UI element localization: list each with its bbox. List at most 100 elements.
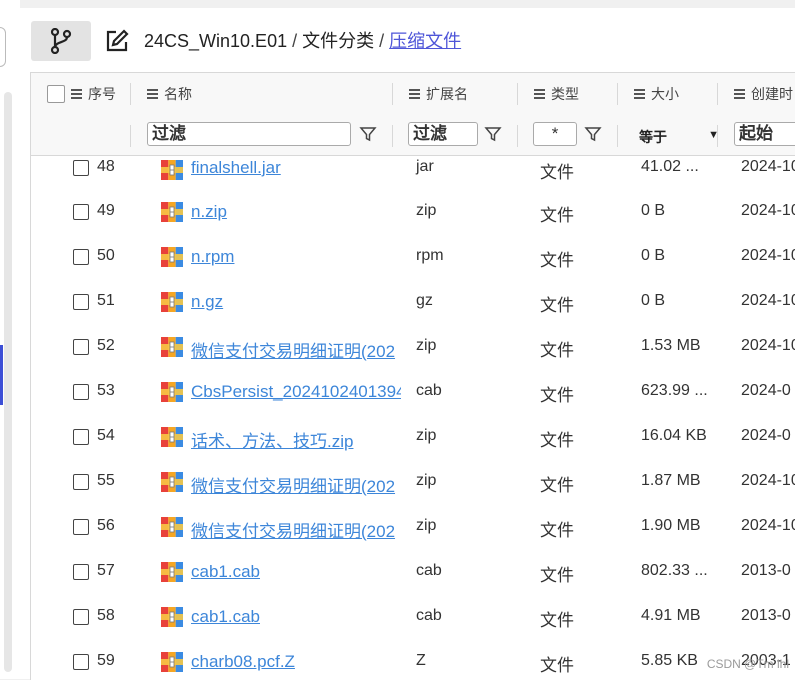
archive-file-icon — [161, 517, 183, 537]
row-checkbox[interactable] — [73, 474, 89, 490]
filter-row: 过滤 过滤 * 等于 ▼ 起始 — [31, 115, 795, 156]
row-file-name-link[interactable]: CbsPersist_2024102401394 — [191, 382, 401, 402]
archive-file-icon — [161, 292, 183, 312]
row-file-name-link[interactable]: charb08.pcf.Z — [191, 652, 401, 672]
row-ext: zip — [416, 427, 437, 444]
row-ext: gz — [416, 292, 433, 309]
toolbar: 24CS_Win10.E01/文件分类 / 压缩文件 — [20, 8, 795, 72]
row-file-name-link[interactable]: 微信支付交易明细证明(202 — [191, 517, 401, 542]
row-created: 2024-10 — [741, 202, 795, 219]
row-size: 1.90 MB — [641, 517, 701, 534]
row-seq: 50 — [97, 247, 115, 264]
row-type: 文件 — [540, 431, 574, 450]
breadcrumb: 24CS_Win10.E01/文件分类 / 压缩文件 — [144, 28, 461, 54]
row-checkbox[interactable] — [73, 609, 89, 625]
row-created: 2024-10 — [741, 292, 795, 309]
main-panel: 24CS_Win10.E01/文件分类 / 压缩文件 序号 名称 扩展名 类型 大小 — [20, 8, 795, 680]
table-row[interactable]: 56 微信支付交易明细证明(202 zip 文件 1.90 MB 2024-10 — [31, 505, 795, 551]
table-row[interactable]: 58 cab1.cab cab 文件 4.91 MB 2013-0 — [31, 595, 795, 641]
row-seq: 59 — [97, 652, 115, 669]
column-header-ext[interactable]: 扩展名 — [409, 73, 468, 115]
row-ext: zip — [416, 337, 437, 354]
row-ext: jar — [416, 158, 434, 175]
row-seq: 48 — [97, 158, 115, 175]
table-header: 序号 名称 扩展名 类型 大小 创建时 — [31, 73, 795, 116]
row-checkbox[interactable] — [73, 564, 89, 580]
filter-icon[interactable] — [359, 125, 377, 143]
row-file-name-link[interactable]: 微信支付交易明细证明(202 — [191, 472, 401, 497]
edit-icon[interactable] — [104, 28, 130, 54]
left-panel-strip — [0, 0, 20, 679]
row-file-name-link[interactable]: 微信支付交易明细证明(202 — [191, 337, 401, 362]
row-created: 2024-10 — [741, 472, 795, 489]
row-ext: zip — [416, 202, 437, 219]
column-menu-icon[interactable] — [147, 87, 158, 102]
table-row[interactable]: 57 cab1.cab cab 文件 802.33 ... 2013-0 — [31, 550, 795, 596]
table-row[interactable]: 54 话术、方法、技巧.zip zip 文件 16.04 KB 2024-0 — [31, 415, 795, 461]
column-header-type[interactable]: 类型 — [534, 73, 579, 115]
table-row[interactable]: 53 CbsPersist_2024102401394 cab 文件 623.9… — [31, 370, 795, 416]
column-menu-icon[interactable] — [71, 87, 82, 102]
row-file-name-link[interactable]: n.gz — [191, 292, 401, 312]
row-created: 2013-0 — [741, 607, 791, 624]
column-menu-icon[interactable] — [534, 87, 545, 102]
column-menu-icon[interactable] — [734, 87, 745, 102]
git-branch-icon — [50, 28, 72, 54]
filter-icon[interactable] — [584, 125, 602, 143]
branch-button[interactable] — [31, 21, 91, 61]
left-scrollbar[interactable] — [4, 92, 12, 672]
row-checkbox[interactable] — [73, 654, 89, 670]
archive-file-icon — [161, 652, 183, 672]
row-checkbox[interactable] — [73, 160, 89, 176]
column-menu-icon[interactable] — [634, 87, 645, 102]
row-ext: cab — [416, 607, 442, 624]
breadcrumb-current[interactable]: 压缩文件 — [389, 31, 461, 51]
row-checkbox[interactable] — [73, 384, 89, 400]
row-checkbox[interactable] — [73, 249, 89, 265]
size-operator-select[interactable]: 等于 ▼ — [639, 127, 719, 147]
table-row[interactable]: 50 n.rpm rpm 文件 0 B 2024-10 — [31, 235, 795, 281]
breadcrumb-separator: / — [292, 31, 298, 51]
row-checkbox[interactable] — [73, 339, 89, 355]
created-filter-input[interactable]: 起始 — [734, 122, 795, 146]
column-header-name[interactable]: 名称 — [147, 73, 192, 115]
row-checkbox[interactable] — [73, 519, 89, 535]
row-type: 文件 — [540, 296, 574, 315]
breadcrumb-root[interactable]: 24CS_Win10.E01 — [144, 31, 287, 51]
row-file-name-link[interactable]: 话术、方法、技巧.zip — [191, 427, 401, 452]
name-filter-input[interactable]: 过滤 — [147, 122, 351, 146]
table-row[interactable]: 52 微信支付交易明细证明(202 zip 文件 1.53 MB 2024-10 — [31, 325, 795, 371]
row-file-name-link[interactable]: n.zip — [191, 202, 401, 222]
column-header-created[interactable]: 创建时 — [734, 73, 793, 115]
row-ext: zip — [416, 472, 437, 489]
row-seq: 55 — [97, 472, 115, 489]
table-row[interactable]: 48 finalshell.jar jar 文件 41.02 ... 2024-… — [31, 156, 795, 191]
table-row[interactable]: 49 n.zip zip 文件 0 B 2024-10 — [31, 190, 795, 236]
filter-icon[interactable] — [484, 125, 502, 143]
row-checkbox[interactable] — [73, 204, 89, 220]
row-file-name-link[interactable]: n.rpm — [191, 247, 401, 267]
ext-filter-input[interactable]: 过滤 — [408, 122, 478, 146]
row-ext: zip — [416, 517, 437, 534]
row-file-name-link[interactable]: cab1.cab — [191, 562, 401, 582]
file-table: 序号 名称 扩展名 类型 大小 创建时 过滤 过滤 * 等于 ▼ 起始 48 f… — [30, 72, 795, 680]
type-filter-input[interactable]: * — [533, 122, 577, 146]
left-panel-edge[interactable] — [0, 27, 6, 67]
row-size: 802.33 ... — [641, 562, 708, 579]
table-row[interactable]: 55 微信支付交易明细证明(202 zip 文件 1.87 MB 2024-10 — [31, 460, 795, 506]
row-type: 文件 — [540, 521, 574, 540]
breadcrumb-folder[interactable]: 文件分类 — [302, 31, 374, 51]
table-row[interactable]: 51 n.gz gz 文件 0 B 2024-10 — [31, 280, 795, 326]
row-checkbox[interactable] — [73, 294, 89, 310]
select-all-checkbox[interactable] — [47, 85, 65, 103]
row-checkbox[interactable] — [73, 429, 89, 445]
table-row[interactable]: 59 charb08.pcf.Z Z 文件 5.85 KB 2003-1 — [31, 640, 795, 680]
row-file-name-link[interactable]: finalshell.jar — [191, 158, 401, 178]
column-header-seq[interactable]: 序号 — [71, 73, 116, 115]
row-ext: cab — [416, 562, 442, 579]
archive-file-icon — [161, 472, 183, 492]
column-header-size[interactable]: 大小 — [634, 73, 679, 115]
row-type: 文件 — [540, 656, 574, 675]
column-menu-icon[interactable] — [409, 87, 420, 102]
row-file-name-link[interactable]: cab1.cab — [191, 607, 401, 627]
